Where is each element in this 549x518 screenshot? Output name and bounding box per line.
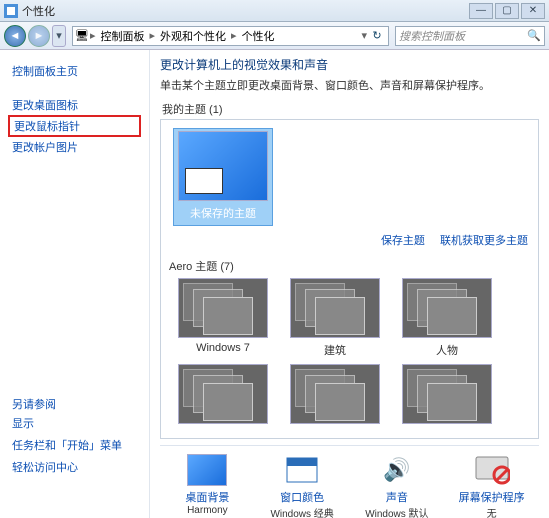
sidebar: 控制面板主页 更改桌面图标 更改鼠标指针 更改帐户图片 另请参阅 显示 任务栏和… xyxy=(0,50,150,518)
window-color-icon xyxy=(282,454,322,486)
theme-unsaved[interactable]: 未保存的主题 xyxy=(173,128,273,226)
see-also-heading: 另请参阅 xyxy=(12,396,137,412)
value: Windows 经典 xyxy=(267,505,337,518)
my-themes-label: 我的主题 (1) xyxy=(162,101,539,117)
search-placeholder: 搜索控制面板 xyxy=(399,28,527,44)
monitor-icon: 🖥 xyxy=(75,29,89,42)
value: Harmony xyxy=(172,505,242,516)
theme-windows7[interactable]: Windows 7 xyxy=(173,278,273,358)
theme-thumbnail xyxy=(402,278,492,338)
sidebar-link-mouse-pointers[interactable]: 更改鼠标指针 xyxy=(8,115,141,137)
sidebar-link-taskbar[interactable]: 任务栏和「开始」菜单 xyxy=(12,434,137,456)
titlebar: 个性化 — ▢ ✕ xyxy=(0,0,549,22)
window-color-button[interactable]: 窗口颜色 Windows 经典 xyxy=(267,454,337,518)
theme-name: 人物 xyxy=(397,342,497,358)
wallpaper-icon xyxy=(187,454,227,486)
sidebar-link-display[interactable]: 显示 xyxy=(12,412,137,434)
breadcrumb-item[interactable]: 外观和个性化 xyxy=(156,28,230,44)
label: 屏幕保护程序 xyxy=(457,489,527,505)
theme-thumbnail xyxy=(178,131,268,201)
breadcrumb-item[interactable]: 个性化 xyxy=(238,28,279,44)
my-themes-group: 未保存的主题 保存主题 联机获取更多主题 Aero 主题 (7) Windows… xyxy=(160,119,539,439)
page-description: 单击某个主题立即更改桌面背景、窗口颜色、声音和屏幕保护程序。 xyxy=(160,77,539,93)
theme-name: 建筑 xyxy=(285,342,385,358)
window-title: 个性化 xyxy=(22,3,469,19)
minimize-button[interactable]: — xyxy=(469,3,493,19)
sound-icon: 🔊 xyxy=(377,454,417,486)
theme-thumbnail xyxy=(178,364,268,424)
label: 桌面背景 xyxy=(172,489,242,505)
sidebar-link-account-picture[interactable]: 更改帐户图片 xyxy=(12,136,137,158)
theme-thumbnail xyxy=(178,278,268,338)
label: 声音 xyxy=(362,489,432,505)
value: Windows 默认 xyxy=(362,505,432,518)
theme-item[interactable] xyxy=(397,364,497,428)
page-heading: 更改计算机上的视觉效果和声音 xyxy=(160,56,539,73)
screensaver-icon xyxy=(472,454,512,486)
main-area: 控制面板主页 更改桌面图标 更改鼠标指针 更改帐户图片 另请参阅 显示 任务栏和… xyxy=(0,50,549,518)
theme-item[interactable] xyxy=(173,364,273,428)
maximize-button[interactable]: ▢ xyxy=(495,3,519,19)
theme-thumbnail xyxy=(290,364,380,424)
theme-item[interactable] xyxy=(285,364,385,428)
forward-button[interactable]: ► xyxy=(28,25,50,47)
back-button[interactable]: ◄ xyxy=(4,25,26,47)
window-controls: — ▢ ✕ xyxy=(469,3,545,19)
theme-thumbnail xyxy=(402,364,492,424)
theme-characters[interactable]: 人物 xyxy=(397,278,497,358)
toolbar: ◄ ► ▾ 🖥 ▸ 控制面板 ▸ 外观和个性化 ▸ 个性化 ▾ ↻ 搜索控制面板… xyxy=(0,22,549,50)
value: 无 xyxy=(457,505,527,518)
theme-thumbnail xyxy=(290,278,380,338)
label: 窗口颜色 xyxy=(267,489,337,505)
search-icon: 🔍 xyxy=(527,29,541,42)
get-more-themes-link[interactable]: 联机获取更多主题 xyxy=(440,235,528,247)
save-theme-link[interactable]: 保存主题 xyxy=(381,235,425,247)
sounds-button[interactable]: 🔊 声音 Windows 默认 xyxy=(362,454,432,518)
content-panel: 更改计算机上的视觉效果和声音 单击某个主题立即更改桌面背景、窗口颜色、声音和屏幕… xyxy=(150,50,549,518)
aero-themes-grid: Windows 7 建筑 人物 xyxy=(167,276,532,432)
sidebar-link-desktop-icons[interactable]: 更改桌面图标 xyxy=(12,94,137,116)
search-input[interactable]: 搜索控制面板 🔍 xyxy=(395,26,545,46)
theme-name: Windows 7 xyxy=(173,342,273,354)
personalization-footer: 桌面背景 Harmony 窗口颜色 Windows 经典 🔊 声音 Window… xyxy=(160,445,539,518)
sidebar-link-home[interactable]: 控制面板主页 xyxy=(12,60,137,82)
theme-actions: 保存主题 联机获取更多主题 xyxy=(167,230,532,254)
theme-architecture[interactable]: 建筑 xyxy=(285,278,385,358)
desktop-background-button[interactable]: 桌面背景 Harmony xyxy=(172,454,242,518)
breadcrumb[interactable]: 🖥 ▸ 控制面板 ▸ 外观和个性化 ▸ 个性化 ▾ ↻ xyxy=(72,26,389,46)
aero-themes-label: Aero 主题 (7) xyxy=(169,258,532,274)
screensaver-button[interactable]: 屏幕保护程序 无 xyxy=(457,454,527,518)
close-button[interactable]: ✕ xyxy=(521,3,545,19)
refresh-icon[interactable]: ↻ xyxy=(368,29,386,42)
nav-history-button[interactable]: ▾ xyxy=(52,25,66,47)
app-icon xyxy=(4,4,18,18)
breadcrumb-item[interactable]: 控制面板 xyxy=(97,28,149,44)
theme-name: 未保存的主题 xyxy=(176,205,270,221)
sidebar-link-ease-of-access[interactable]: 轻松访问中心 xyxy=(12,456,137,478)
